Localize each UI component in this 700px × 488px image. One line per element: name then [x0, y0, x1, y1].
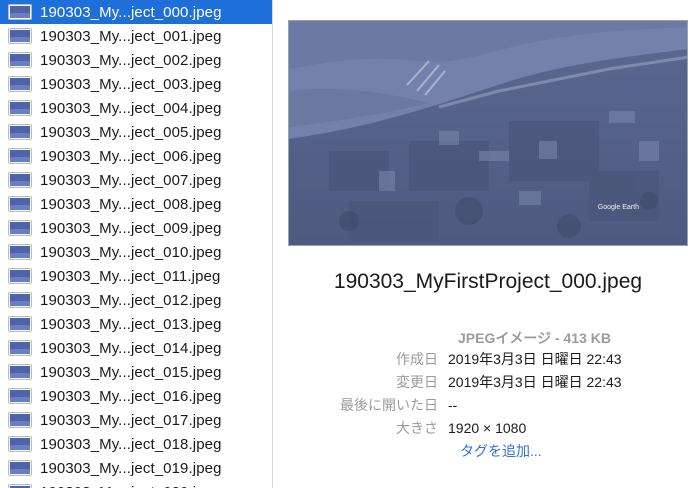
meta-label: 大きさ [396, 420, 438, 436]
image-file-icon [8, 268, 32, 284]
image-file-icon [8, 52, 32, 68]
file-name: 190303_My...ject_015.jpeg [40, 363, 222, 381]
meta-row-modified: 変更日 2019年3月3日 日曜日 22:43 [300, 371, 700, 393]
file-name: 190303_My...ject_012.jpeg [40, 291, 222, 309]
file-name: 190303_My...ject_005.jpeg [40, 123, 222, 141]
file-name: 190303_My...ject_014.jpeg [40, 339, 222, 357]
image-file-icon [8, 292, 32, 308]
file-name: 190303_My...ject_000.jpeg [40, 3, 222, 21]
image-file-icon [8, 364, 32, 380]
file-list-item[interactable]: 190303_My...ject_011.jpeg [0, 264, 272, 288]
image-file-icon [8, 28, 32, 44]
image-file-icon [8, 436, 32, 452]
image-file-icon [8, 196, 32, 212]
image-file-icon [8, 412, 32, 428]
file-list-item[interactable]: 190303_My...ject_017.jpeg [0, 408, 272, 432]
google-earth-watermark: Google Earth [597, 204, 639, 211]
satellite-image [289, 21, 687, 245]
file-name: 190303_My...ject_001.jpeg [40, 27, 222, 45]
file-name: 190303_My...ject_010.jpeg [40, 243, 222, 261]
file-list-item[interactable]: 190303_My...ject_014.jpeg [0, 336, 272, 360]
preview-image: Google Earth [288, 20, 688, 246]
file-name: 190303_My...ject_018.jpeg [40, 435, 222, 453]
preview-file-name: 190303_MyFirstProject_000.jpeg [333, 270, 643, 293]
file-name: 190303_My...ject_003.jpeg [40, 75, 222, 93]
file-list-item[interactable]: 190303_My...ject_002.jpeg [0, 48, 272, 72]
file-list-item[interactable]: 190303_My...ject_001.jpeg [0, 24, 272, 48]
meta-value: -- [448, 397, 458, 413]
image-file-icon [8, 460, 32, 476]
file-name: 190303_My...ject_007.jpeg [40, 171, 222, 189]
image-file-icon [8, 220, 32, 236]
file-name: 190303_My...ject_016.jpeg [40, 387, 222, 405]
file-kind-size: JPEGイメージ - 413 KB [458, 330, 611, 346]
file-name: 190303_My...ject_009.jpeg [40, 219, 222, 237]
meta-label: 変更日 [396, 374, 438, 390]
file-list: 190303_My...ject_000.jpeg 190303_My...jec… [0, 0, 273, 488]
file-name: 190303_My...ject_019.jpeg [40, 459, 222, 477]
file-list-item[interactable]: 190303_My...ject_006.jpeg [0, 144, 272, 168]
file-name: 190303_My...ject_008.jpeg [40, 195, 222, 213]
image-file-icon [8, 148, 32, 164]
meta-row-created: 作成日 2019年3月3日 日曜日 22:43 [300, 348, 700, 370]
file-name: 190303_My...ject_011.jpeg [40, 267, 221, 285]
meta-value: 1920 × 1080 [448, 420, 527, 436]
file-list-item[interactable]: 190303_My...ject_008.jpeg [0, 192, 272, 216]
image-file-icon [8, 484, 32, 488]
file-list-item[interactable]: 190303_My...ject_000.jpeg [0, 0, 272, 24]
file-list-item[interactable]: 190303_My...ject_013.jpeg [0, 312, 272, 336]
add-tags-link[interactable]: タグを追加... [460, 441, 542, 461]
image-file-icon [8, 388, 32, 404]
image-file-icon [8, 244, 32, 260]
image-file-icon [8, 172, 32, 188]
meta-row-dimensions: 大きさ 1920 × 1080 [300, 417, 700, 439]
meta-value: 2019年3月3日 日曜日 22:43 [448, 374, 622, 390]
meta-label: 最後に開いた日 [340, 397, 438, 413]
file-list-item[interactable]: 190303_My...ject_005.jpeg [0, 120, 272, 144]
file-name: 190303_My...ject_017.jpeg [40, 411, 222, 429]
image-file-icon [8, 124, 32, 140]
meta-label: 作成日 [396, 351, 438, 367]
file-name: 190303_My...ject_006.jpeg [40, 147, 222, 165]
meta-row-last-opened: 最後に開いた日 -- [300, 394, 700, 416]
file-list-item[interactable]: 190303_My...ject_007.jpeg [0, 168, 272, 192]
file-name: 190303_My...ject_013.jpeg [40, 315, 222, 333]
file-list-item[interactable]: 190303_My...ject_010.jpeg [0, 240, 272, 264]
file-list-item[interactable]: 190303_My...ject_003.jpeg [0, 72, 272, 96]
image-file-icon [8, 76, 32, 92]
file-list-item[interactable]: 190303_My...ject_020.jpeg [0, 480, 272, 488]
meta-value: 2019年3月3日 日曜日 22:43 [448, 351, 622, 367]
file-list-item[interactable]: 190303_My...ject_018.jpeg [0, 432, 272, 456]
file-list-item[interactable]: 190303_My...ject_019.jpeg [0, 456, 272, 480]
file-list-item[interactable]: 190303_My...ject_004.jpeg [0, 96, 272, 120]
file-name: 190303_My...ject_020.jpeg [40, 484, 222, 488]
file-list-item[interactable]: 190303_My...ject_016.jpeg [0, 384, 272, 408]
image-file-icon [8, 316, 32, 332]
file-list-item[interactable]: 190303_My...ject_015.jpeg [0, 360, 272, 384]
image-file-icon [8, 340, 32, 356]
image-file-icon [8, 4, 32, 20]
file-name: 190303_My...ject_002.jpeg [40, 51, 222, 69]
image-file-icon [8, 100, 32, 116]
file-name: 190303_My...ject_004.jpeg [40, 99, 222, 117]
file-list-item[interactable]: 190303_My...ject_012.jpeg [0, 288, 272, 312]
file-list-item[interactable]: 190303_My...ject_009.jpeg [0, 216, 272, 240]
